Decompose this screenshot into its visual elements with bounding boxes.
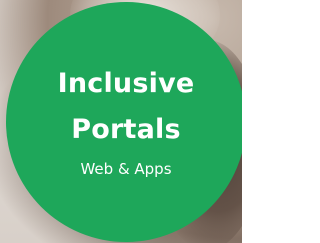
service-subtitle: Web & Apps (80, 160, 172, 178)
service-title-line-1: Inclusive (57, 68, 195, 99)
hero-image: Inclusive Portals Web & Apps (0, 0, 242, 243)
service-badge: Inclusive Portals Web & Apps (6, 2, 242, 242)
service-title-line-2: Portals (71, 114, 181, 145)
